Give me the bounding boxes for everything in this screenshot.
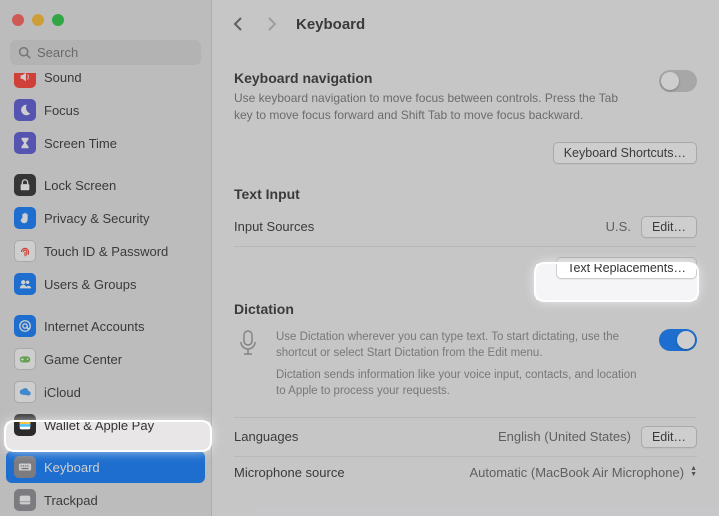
search-icon [18,46,31,59]
microphone-source-select[interactable]: Automatic (MacBook Air Microphone) ▲▼ [469,465,697,480]
keyboard-navigation-title: Keyboard navigation [234,70,624,86]
sidebar-item-label: Screen Time [44,136,117,151]
text-input-section: Text Input Input Sources U.S. Edit… Text… [234,186,697,279]
settings-window: Sound Focus Screen Time Lock Screen Privacy … [0,0,719,516]
dictation-desc-1: Use Dictation wherever you can type text… [276,329,645,361]
speaker-icon [14,73,36,88]
sidebar-item-label: Wallet & Apple Pay [44,418,154,433]
input-sources-edit-button[interactable]: Edit… [641,216,697,238]
sidebar-item-label: Users & Groups [44,277,136,292]
input-sources-label: Input Sources [234,219,314,234]
trackpad-icon [14,489,36,511]
sidebar-item-privacy-security[interactable]: Privacy & Security [6,202,205,234]
sidebar-item-label: iCloud [44,385,81,400]
back-button[interactable] [228,14,248,34]
sidebar-item-label: Keyboard [44,460,100,475]
sidebar-item-lock-screen[interactable]: Lock Screen [6,169,205,201]
keyboard-navigation-toggle[interactable] [659,70,697,92]
sidebar-item-game-center[interactable]: Game Center [6,343,205,375]
fingerprint-icon [14,240,36,262]
dictation-languages-value: English (United States) [498,429,631,444]
page-title: Keyboard [296,16,365,33]
sidebar-item-label: Game Center [44,352,122,367]
keyboard-shortcuts-button[interactable]: Keyboard Shortcuts… [553,142,697,164]
toolbar: Keyboard [212,0,719,48]
dictation-desc-2: Dictation sends information like your vo… [276,367,645,399]
sidebar-item-label: Internet Accounts [44,319,144,334]
moon-icon [14,99,36,121]
cloud-icon [14,381,36,403]
text-replacements-button[interactable]: Text Replacements… [556,257,697,279]
dictation-languages-row: Languages English (United States) Edit… [234,418,697,457]
sidebar-item-focus[interactable]: Focus [6,94,205,126]
sidebar-item-label: Focus [44,103,79,118]
input-sources-row: Input Sources U.S. Edit… [234,208,697,247]
dictation-section: Dictation Use Dictation wherever you can… [234,301,697,488]
at-icon [14,315,36,337]
sidebar-item-sound[interactable]: Sound [6,73,205,93]
keyboard-navigation-desc: Use keyboard navigation to move focus be… [234,90,624,124]
zoom-window-button[interactable] [52,14,64,26]
input-sources-value: U.S. [606,219,631,234]
sidebar-item-label: Sound [44,73,82,85]
gamepad-icon [14,348,36,370]
hand-icon [14,207,36,229]
chevron-updown-icon: ▲▼ [690,466,697,478]
search-field[interactable] [10,40,201,65]
sidebar-item-icloud[interactable]: iCloud [6,376,205,408]
main-pane: Keyboard Keyboard navigation Use keyboar… [212,0,719,516]
microphone-icon [234,329,262,357]
sidebar-item-label: Privacy & Security [44,211,149,226]
microphone-source-row: Microphone source Automatic (MacBook Air… [234,457,697,488]
lock-icon [14,174,36,196]
dictation-languages-label: Languages [234,429,298,444]
forward-button[interactable] [262,14,282,34]
dictation-languages-edit-button[interactable]: Edit… [641,426,697,448]
minimize-window-button[interactable] [32,14,44,26]
sidebar: Sound Focus Screen Time Lock Screen Privacy … [0,0,212,516]
sidebar-item-label: Touch ID & Password [44,244,168,259]
sidebar-item-users-groups[interactable]: Users & Groups [6,268,205,300]
titlebar [0,0,211,40]
sidebar-item-label: Lock Screen [44,178,116,193]
sidebar-item-keyboard[interactable]: Keyboard [6,451,205,483]
keyboard-navigation-section: Keyboard navigation Use keyboard navigat… [234,62,697,164]
sidebar-item-screen-time[interactable]: Screen Time [6,127,205,159]
window-controls [12,14,64,26]
dictation-toggle[interactable] [659,329,697,351]
search-input[interactable] [37,45,193,60]
sidebar-item-internet-accounts[interactable]: Internet Accounts [6,310,205,342]
sidebar-item-wallet-apple-pay[interactable]: Wallet & Apple Pay [6,409,205,441]
users-icon [14,273,36,295]
dictation-title: Dictation [234,301,697,317]
hourglass-icon [14,132,36,154]
sidebar-item-touch-id-password[interactable]: Touch ID & Password [6,235,205,267]
sidebar-list: Sound Focus Screen Time Lock Screen Privacy … [0,73,211,516]
microphone-source-label: Microphone source [234,465,345,480]
close-window-button[interactable] [12,14,24,26]
content: Keyboard navigation Use keyboard navigat… [212,48,719,516]
sidebar-item-trackpad[interactable]: Trackpad [6,484,205,516]
dictation-description-row: Use Dictation wherever you can type text… [234,321,697,418]
sidebar-item-label: Trackpad [44,493,98,508]
keyboard-icon [14,456,36,478]
text-input-title: Text Input [234,186,697,202]
wallet-icon [14,414,36,436]
microphone-source-value: Automatic (MacBook Air Microphone) [469,465,684,480]
